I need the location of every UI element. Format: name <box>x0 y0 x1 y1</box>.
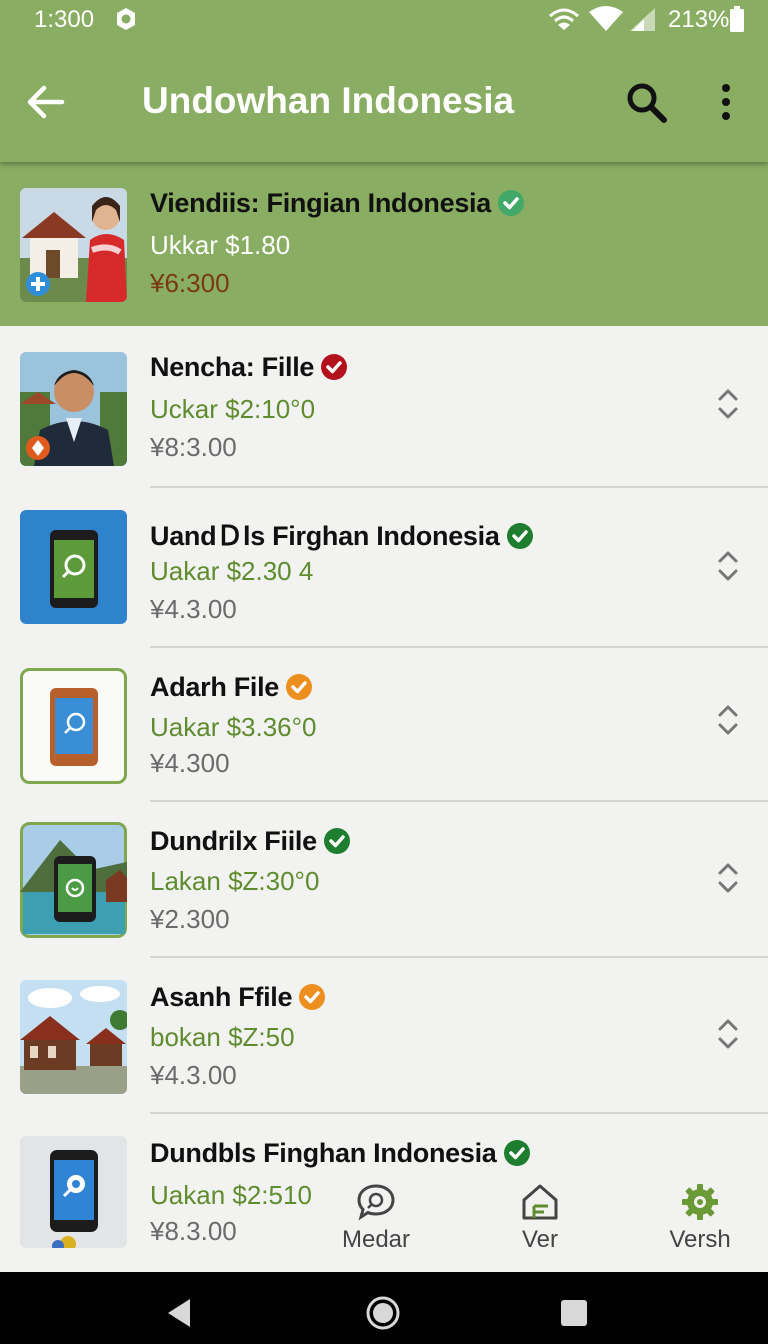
list-item[interactable]: Viendiis: Fingian Indonesia Ukkar $1.80 … <box>0 162 768 326</box>
item-thumbnail <box>20 822 127 938</box>
item-title: Dundrilx Fiile <box>150 826 351 857</box>
arrow-left-icon[interactable] <box>26 82 66 122</box>
item-thumbnail <box>20 352 127 466</box>
bottom-navigation: Medar Ver Versh <box>320 1166 768 1270</box>
verified-check-icon <box>298 983 326 1011</box>
item-price-primary: Uakar $3.36°0 <box>150 712 317 742</box>
list-item[interactable]: Dundrilx Fiile Lakan $Z:30°0 ¥2.300 <box>0 802 768 958</box>
item-thumbnail <box>20 1136 127 1248</box>
status-bar: 1:300 213% <box>0 0 768 40</box>
verified-check-icon <box>285 673 313 701</box>
item-thumbnail <box>20 510 127 624</box>
battery-percentage: 213% <box>668 6 730 33</box>
nav-label: Ver <box>521 1226 559 1253</box>
search-icon[interactable] <box>624 80 668 124</box>
gear-icon <box>682 1184 718 1220</box>
reorder-icon[interactable] <box>716 548 740 584</box>
item-title: Viendiis: Fingian Indonesia <box>150 188 525 219</box>
list-item[interactable]: Asanh Ffile bokan $Z:50 ¥4.3.00 <box>0 958 768 1114</box>
chat-bubble-icon <box>357 1184 395 1221</box>
verified-check-icon <box>320 353 348 381</box>
item-price-primary: bokan $Z:50 <box>150 1022 295 1052</box>
item-title: Dundbls Finghan Indonesia <box>150 1138 531 1169</box>
verified-check-icon <box>497 189 525 217</box>
item-thumbnail <box>20 188 127 302</box>
reorder-icon[interactable] <box>716 702 740 738</box>
list-item[interactable]: Nencha: Fille Uckar $2:10°0 ¥8:3.00 <box>0 326 768 488</box>
item-title: UandＤls Firghan Indonesia <box>150 514 534 553</box>
item-price-primary: Ukkar $1.80 <box>150 230 291 260</box>
item-price-primary: Lakan $Z:30°0 <box>150 866 320 896</box>
item-thumbnail <box>20 980 127 1094</box>
settings-notification-icon <box>117 8 135 30</box>
nav-item-ver[interactable]: Ver <box>502 1182 578 1254</box>
item-price-secondary: ¥4.3.00 <box>150 1060 237 1090</box>
verified-check-icon <box>503 1139 531 1167</box>
battery-icon <box>730 6 744 32</box>
more-vert-icon[interactable] <box>714 82 738 122</box>
item-thumbnail <box>20 668 127 784</box>
app-bar: 1:300 213% Undowhan Indonesia <box>0 0 768 162</box>
page-title: Undowhan Indonesia <box>142 80 515 121</box>
list-item[interactable]: Adarh File Uakar $3.36°0 ¥4.300 <box>0 648 768 802</box>
nav-item-medar[interactable]: Medar <box>336 1182 416 1254</box>
item-price-primary: Uakar $2.30 4 <box>150 556 314 586</box>
home-circle-icon[interactable] <box>366 1296 400 1330</box>
system-navigation-bar <box>0 1272 768 1344</box>
item-price-secondary: ¥4.3.00 <box>150 594 237 624</box>
home-icon <box>522 1184 558 1220</box>
back-triangle-icon[interactable] <box>166 1298 192 1328</box>
verified-check-icon <box>323 827 351 855</box>
wifi-calling-icon <box>549 8 579 30</box>
item-price-primary: Uakan $2:510 <box>150 1180 312 1210</box>
verified-check-icon <box>506 522 534 550</box>
item-price-secondary: ¥2.300 <box>150 904 230 934</box>
nav-label: Versh <box>669 1226 731 1253</box>
reorder-icon[interactable] <box>716 1016 740 1052</box>
nav-label: Medar <box>341 1226 411 1253</box>
item-price-secondary: ¥6:300 <box>150 268 230 298</box>
item-price-secondary: ¥4.300 <box>150 748 230 778</box>
item-price-secondary: ¥8:3.00 <box>150 432 237 462</box>
item-title: Asanh Ffile <box>150 982 326 1013</box>
reorder-icon[interactable] <box>716 386 740 422</box>
item-title: Nencha: Fille <box>150 352 348 383</box>
list-item[interactable]: UandＤls Firghan Indonesia Uakar $2.30 4 … <box>0 488 768 648</box>
item-price-secondary: ¥8.3.00 <box>150 1216 237 1246</box>
wifi-icon <box>589 6 623 31</box>
item-title: Adarh File <box>150 672 313 703</box>
status-time: 1:300 <box>34 6 95 33</box>
item-price-primary: Uckar $2:10°0 <box>150 394 316 424</box>
reorder-icon[interactable] <box>716 860 740 896</box>
nav-item-versh[interactable]: Versh <box>660 1182 740 1254</box>
recents-square-icon[interactable] <box>560 1299 588 1327</box>
cell-signal-icon <box>630 8 655 31</box>
